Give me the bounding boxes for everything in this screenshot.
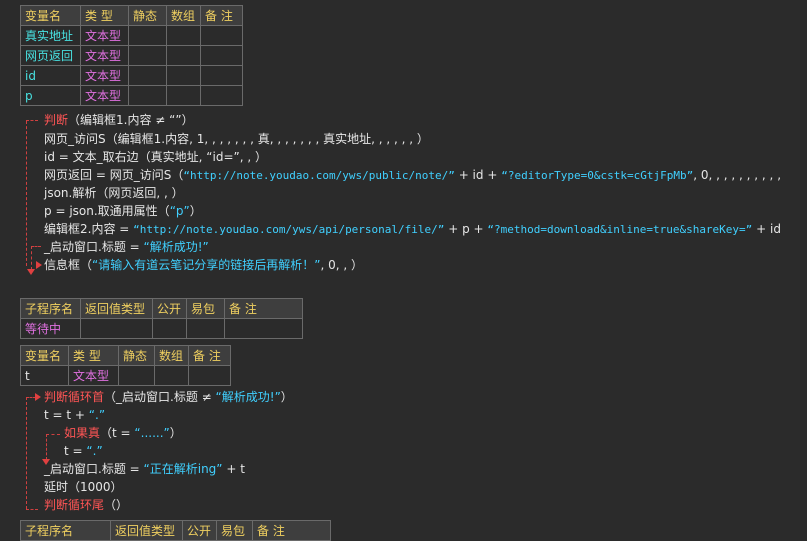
table-row[interactable]: id 文本型 [20, 65, 243, 86]
string-literal: “http://note.youdao.com/yws/public/note/… [183, 169, 455, 182]
col-header-epkg: 易包 [216, 520, 253, 541]
code-line[interactable]: 网页返回 = 网页_访问S（“http://note.youdao.com/yw… [44, 166, 781, 184]
col-header-type: 类 型 [80, 5, 129, 26]
table-row[interactable]: 真实地址 文本型 [20, 25, 243, 46]
col-header-remark: 备 注 [188, 345, 231, 366]
var-type-cell[interactable]: 文本型 [68, 365, 119, 386]
string-literal: “......” [134, 426, 170, 440]
flow-line [26, 509, 38, 510]
local-variable-table: 变量名 类 型 静态 数组 备 注 t 文本型 [20, 345, 231, 386]
col-header-return-type: 返回值类型 [110, 520, 183, 541]
col-header-type: 类 型 [68, 345, 119, 366]
code-line[interactable]: id = 文本_取右边（真实地址, “id=”, , ） [44, 148, 267, 166]
col-header-sub-name: 子程序名 [20, 298, 81, 319]
var-type-cell[interactable]: 文本型 [80, 65, 129, 86]
keyword-loop-end: 判断循环尾 [44, 498, 105, 512]
keyword-if-true: 如果真 [64, 426, 101, 440]
flow-line [26, 120, 38, 121]
col-header-epkg: 易包 [186, 298, 225, 319]
var-type-cell[interactable]: 文本型 [80, 85, 129, 106]
sub-name-cell[interactable]: 等待中 [20, 318, 81, 339]
flow-arrow-icon [35, 393, 41, 401]
var-name-cell[interactable]: t [20, 365, 69, 386]
string-literal: “请输入有道云笔记分享的链接后再解析！” [92, 258, 321, 272]
col-header-name: 变量名 [20, 345, 69, 366]
string-literal: “解析成功!” [143, 240, 209, 254]
code-line-loop-start[interactable]: 判断循环首（_启动窗口.标题 ≠ “解析成功!”） [44, 388, 293, 406]
col-header-remark: 备 注 [200, 5, 243, 26]
flow-line [26, 121, 27, 266]
code-line[interactable]: 延时（1000） [44, 478, 123, 496]
col-header-remark: 备 注 [224, 298, 303, 319]
flow-arrow-icon [27, 269, 35, 275]
string-literal: “http://note.youdao.com/yws/api/personal… [133, 223, 445, 236]
code-line[interactable]: _启动窗口.标题 = “正在解析ing” + t [44, 460, 245, 478]
code-line[interactable]: 信息框（“请输入有道云笔记分享的链接后再解析！”, 0, , ） [44, 256, 363, 274]
string-literal: “.” [86, 444, 103, 458]
col-header-static: 静态 [128, 5, 167, 26]
flow-line [26, 397, 27, 509]
code-line[interactable]: 网页_访问S（编辑框1.内容, 1, , , , , , , 真, , , , … [44, 130, 429, 148]
var-name-cell[interactable]: id [20, 65, 81, 86]
code-line[interactable]: p = json.取通用属性（“p”） [44, 202, 202, 220]
code-line-if[interactable]: 判断（编辑框1.内容 ≠ “”） [44, 111, 194, 129]
table-row[interactable]: p 文本型 [20, 85, 243, 106]
string-literal: “?editorType=0&cstk=cGtjFpMb” [501, 169, 694, 182]
keyword-if: 判断 [44, 113, 69, 127]
string-literal: “.” [88, 408, 106, 422]
string-literal: “解析成功!” [215, 390, 281, 404]
code-line[interactable]: _启动窗口.标题 = “解析成功!” [44, 238, 209, 256]
flow-line [31, 246, 32, 270]
var-name-cell[interactable]: p [20, 85, 81, 106]
var-type-cell[interactable]: 文本型 [80, 25, 129, 46]
code-line[interactable]: 编辑框2.内容 = “http://note.youdao.com/yws/ap… [44, 220, 781, 238]
subroutine-table: 子程序名 返回值类型 公开 易包 备 注 [20, 520, 331, 541]
code-line[interactable]: t = “.” [64, 442, 103, 460]
flow-arrow-icon [36, 261, 42, 269]
string-literal: “正在解析ing” [143, 462, 223, 476]
var-type-cell[interactable]: 文本型 [80, 45, 129, 66]
col-header-array: 数组 [166, 5, 201, 26]
local-variable-table: 变量名 类 型 静态 数组 备 注 真实地址 文本型 网页返回 文本型 id 文… [20, 5, 243, 106]
code-line[interactable]: t = t + “.” [44, 406, 105, 424]
col-header-remark: 备 注 [252, 520, 331, 541]
flow-line [46, 434, 60, 435]
col-header-name: 变量名 [20, 5, 81, 26]
col-header-public: 公开 [182, 520, 217, 541]
code-editor: { "table1": { "headers": ["变量名","类 型","静… [0, 0, 807, 541]
col-header-public: 公开 [152, 298, 187, 319]
code-line-if-true[interactable]: 如果真（t = “......”） [64, 424, 182, 442]
table-row[interactable]: 等待中 [20, 318, 303, 339]
flow-line [46, 434, 47, 460]
col-header-array: 数组 [154, 345, 189, 366]
subroutine-table: 子程序名 返回值类型 公开 易包 备 注 等待中 [20, 298, 303, 339]
keyword-loop-start: 判断循环首 [44, 390, 105, 404]
flow-line [31, 246, 41, 247]
var-name-cell[interactable]: 真实地址 [20, 25, 81, 46]
code-line-loop-end[interactable]: 判断循环尾（） [44, 496, 128, 514]
col-header-sub-name: 子程序名 [20, 520, 111, 541]
code-line[interactable]: json.解析（网页返回, , ） [44, 184, 184, 202]
table-row[interactable]: 网页返回 文本型 [20, 45, 243, 66]
string-literal: “?method=download&inline=true&shareKey=” [487, 223, 753, 236]
table-row[interactable]: t 文本型 [20, 365, 231, 386]
var-name-cell[interactable]: 网页返回 [20, 45, 81, 66]
string-literal: “p” [169, 204, 190, 218]
col-header-static: 静态 [118, 345, 155, 366]
col-header-return-type: 返回值类型 [80, 298, 153, 319]
